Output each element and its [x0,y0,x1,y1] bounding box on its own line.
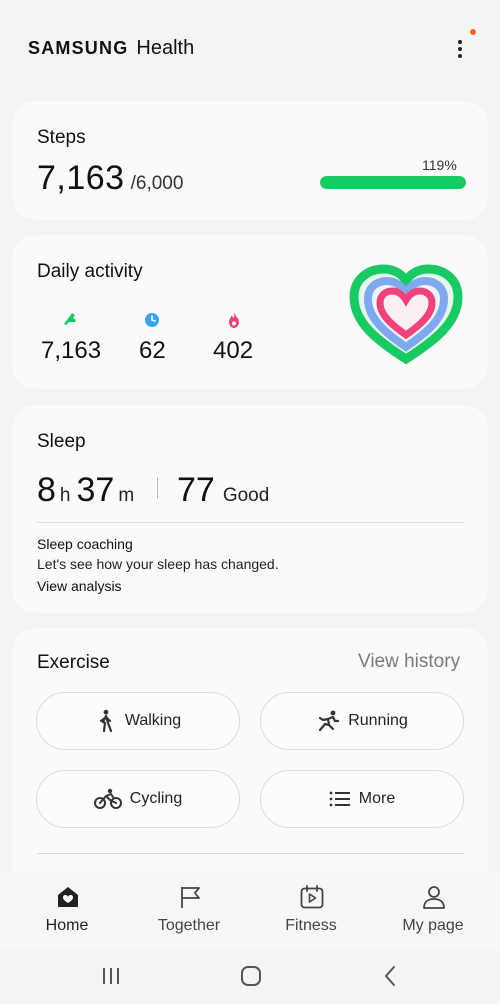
sleep-score-value: 77 [177,471,215,509]
exercise-title: Exercise [37,652,110,673]
nav-together-label: Together [157,917,221,934]
brand-samsung: SAMSUNG [28,38,129,58]
sleep-duration: 8 h 37 m [37,471,140,510]
steps-title: Steps [37,127,86,148]
view-history-link[interactable]: View history [358,651,460,673]
activity-steps: 7,163 [41,311,121,371]
more-exercises-button[interactable]: More [260,770,464,828]
home-icon [58,887,78,907]
running-icon [319,710,340,732]
activity-calories-value: 402 [213,337,254,364]
nav-my-page-label: My page [402,917,464,934]
cycling-button[interactable]: Cycling [36,770,240,828]
app-header: SAMSUNG Health [0,0,500,96]
samsung-health-home-screen: SAMSUNG Health Steps 7,163 /6,000 119% D… [0,0,500,1004]
steps-goal: /6,000 [130,173,184,194]
notification-badge [470,29,476,35]
more-dot-icon [458,54,462,58]
flame-icon [229,312,239,328]
steps-value: 7,163 /6,000 [37,159,183,198]
steps-count: 7,163 [37,159,125,197]
clock-icon [145,313,159,327]
exercise-divider [37,853,464,854]
more-label: More [358,790,396,807]
steps-percent: 119% [422,157,457,173]
steps-progress-fill [320,176,466,189]
steps-card[interactable]: Steps 7,163 /6,000 119% [12,101,488,220]
app-logo: SAMSUNG Health [28,37,194,60]
sleep-title: Sleep [37,431,86,452]
sleep-score: 77 Good [177,471,275,510]
activity-calories: 402 [213,311,293,371]
sleep-coaching-title: Sleep coaching [37,536,133,552]
fitness-calendar-icon [300,885,324,909]
back-icon[interactable] [379,964,403,988]
nav-my-page[interactable]: My page [372,872,494,950]
activity-minutes: 62 [139,311,219,371]
nav-home[interactable]: Home [6,872,128,950]
list-icon [329,791,350,807]
sleep-card[interactable]: Sleep 8 h 37 m 77 Good Sleep coaching Le… [12,405,488,613]
sleep-minutes: 37 [76,471,115,509]
more-dot-icon [458,40,462,44]
daily-activity-title: Daily activity [37,261,143,282]
system-navigation-bar [0,950,500,1004]
sleep-coaching-text: Let's see how your sleep has changed. [37,556,279,572]
cycling-label: Cycling [129,790,183,807]
nav-fitness-label: Fitness [285,917,337,934]
sleep-minutes-unit: m [118,485,135,506]
steps-progress-bar [320,176,466,189]
exercise-card: Exercise View history Walking Running Cy… [12,628,488,888]
walking-button[interactable]: Walking [36,692,240,750]
view-analysis-link[interactable]: View analysis [37,578,122,594]
sleep-hours-unit: h [59,485,71,506]
more-dot-icon [458,47,462,51]
sleep-separator [157,477,158,499]
person-icon [423,886,445,909]
nav-home-label: Home [45,917,89,934]
nav-fitness[interactable]: Fitness [250,872,372,950]
cycling-icon [93,788,122,809]
walking-label: Walking [124,712,182,729]
more-options-button[interactable] [446,29,476,64]
running-button[interactable]: Running [260,692,464,750]
sleep-divider [37,522,464,523]
walking-icon [99,709,112,733]
activity-steps-value: 7,163 [41,337,102,364]
bottom-navigation: Home Together Fitness My page [0,872,500,950]
home-system-icon[interactable] [239,964,263,988]
recent-apps-icon[interactable] [99,964,123,988]
activity-minutes-value: 62 [139,337,166,364]
running-label: Running [348,712,408,729]
brand-health: Health [136,37,195,59]
flag-icon [181,887,200,908]
nav-together[interactable]: Together [128,872,250,950]
sleep-score-label: Good [222,485,270,506]
daily-activity-card[interactable]: Daily activity 7,163 62 402 [12,235,488,389]
sleep-hours: 8 [37,471,56,509]
activity-heart-rings-icon [349,264,463,365]
steps-shoe-icon [64,313,76,325]
